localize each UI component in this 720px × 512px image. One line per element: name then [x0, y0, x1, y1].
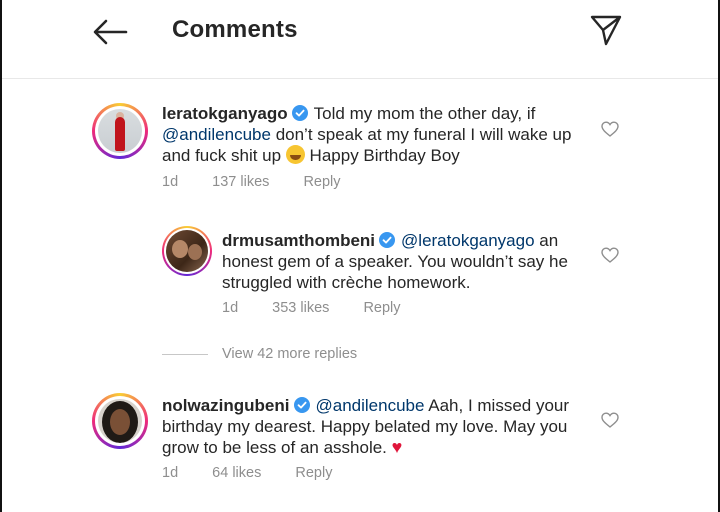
heart-icon[interactable] — [601, 247, 619, 263]
reply-button[interactable]: Reply — [303, 174, 340, 190]
avatar[interactable] — [92, 103, 148, 159]
view-more-line — [162, 353, 208, 355]
verified-badge-icon — [291, 105, 308, 121]
like-count[interactable]: 137 likes — [212, 174, 269, 190]
avatar[interactable] — [92, 393, 148, 449]
view-more-label: View 42 more replies — [222, 346, 358, 362]
header-divider — [2, 78, 718, 79]
send-icon[interactable] — [588, 12, 624, 48]
comment-meta: 1d 64 likes Reply — [162, 465, 362, 481]
verified-badge-icon — [379, 232, 396, 248]
comment-text: Told my mom the other day, if — [313, 104, 536, 123]
back-arrow-icon[interactable] — [90, 16, 130, 48]
comment-username[interactable]: leratokganyago — [162, 104, 288, 123]
red-heart-emoji: ♥ — [391, 437, 403, 457]
reply-button[interactable]: Reply — [295, 465, 332, 481]
reply-button[interactable]: Reply — [363, 300, 400, 316]
page-title: Comments — [172, 16, 298, 43]
heart-icon[interactable] — [601, 412, 619, 428]
comment-username[interactable]: drmusamthombeni — [222, 231, 375, 250]
comment-username[interactable]: nolwazingubeni — [162, 396, 290, 415]
comment-time: 1d — [162, 465, 179, 481]
comment-meta: 1d 353 likes Reply — [222, 300, 431, 316]
comment-time: 1d — [222, 300, 239, 316]
comment-text: Happy Birthday Boy — [309, 146, 460, 165]
mention-link[interactable]: @andilencube — [162, 125, 271, 144]
view-more-replies[interactable]: View 42 more replies — [162, 346, 357, 362]
like-count[interactable]: 64 likes — [212, 465, 261, 481]
like-count[interactable]: 353 likes — [272, 300, 329, 316]
comment-time: 1d — [162, 174, 179, 190]
mention-link[interactable]: @leratokganyago — [401, 231, 535, 250]
heart-icon[interactable] — [601, 121, 619, 137]
comment-body: nolwazingubeni @andilencube Aah, I missed… — [162, 395, 587, 458]
comment-body: leratokganyago Told my mom the other day,… — [162, 103, 582, 166]
comment-meta: 1d 137 likes Reply — [162, 174, 371, 190]
mention-link[interactable]: @andilencube — [316, 396, 425, 415]
verified-badge-icon — [293, 397, 310, 413]
grinning-sweat-emoji — [285, 145, 305, 164]
header: Comments — [0, 0, 720, 62]
avatar[interactable] — [162, 226, 212, 276]
comment-body: drmusamthombeni @leratokganyago an honest… — [222, 230, 582, 293]
